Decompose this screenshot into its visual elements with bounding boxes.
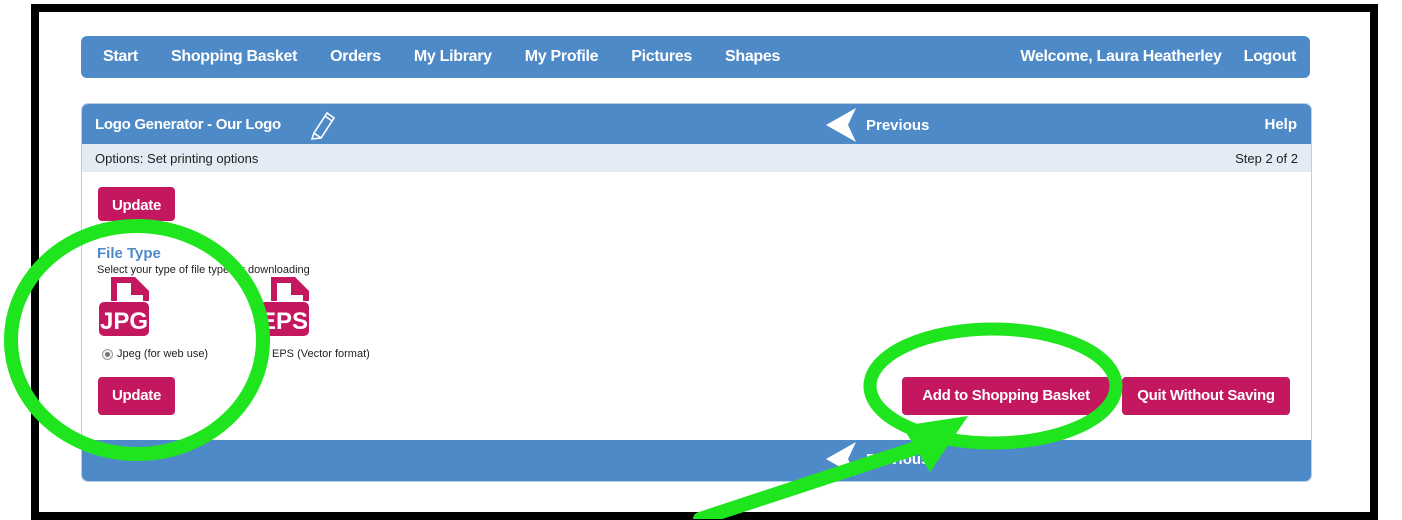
nav-orders[interactable]: Orders — [330, 48, 381, 66]
previous-label: Previous — [866, 116, 930, 134]
eps-radio[interactable] — [257, 348, 268, 360]
jpg-icon-text: JPG — [100, 308, 148, 335]
welcome-text: Welcome, Laura Heatherley — [1020, 48, 1222, 65]
help-link[interactable]: Help — [1264, 116, 1297, 133]
eps-radio-option[interactable]: EPS (Vector format) — [257, 348, 370, 360]
top-navigation-bar: Start Shopping Basket Orders My Library … — [81, 36, 1310, 78]
step-indicator: Step 2 of 2 — [1235, 151, 1298, 166]
panel-header: Logo Generator - Our Logo Previous Help — [82, 104, 1311, 144]
eps-file-icon[interactable]: EPS — [257, 275, 323, 346]
previous-button[interactable]: Previous — [826, 108, 929, 142]
eps-option-label: EPS (Vector format) — [272, 348, 370, 360]
nav-pictures[interactable]: Pictures — [631, 48, 692, 66]
footer-previous-label: Previous — [866, 450, 930, 468]
pencil-icon[interactable] — [308, 108, 338, 144]
chevron-left-icon — [826, 442, 856, 476]
nav-start[interactable]: Start — [103, 48, 138, 66]
jpeg-radio-option[interactable]: Jpeg (for web use) — [102, 348, 208, 360]
update-button-bottom[interactable]: Update — [98, 377, 175, 415]
logo-generator-panel: Logo Generator - Our Logo Previous Help … — [81, 103, 1312, 482]
add-to-shopping-basket-button[interactable]: Add to Shopping Basket — [902, 377, 1110, 415]
jpeg-radio[interactable] — [102, 348, 113, 360]
jpeg-option-label: Jpeg (for web use) — [117, 348, 209, 360]
nav-my-profile[interactable]: My Profile — [525, 48, 599, 66]
eps-icon-text: EPS — [260, 308, 308, 335]
chevron-left-icon — [826, 108, 856, 142]
file-type-heading: File Type — [97, 245, 161, 262]
nav-my-library[interactable]: My Library — [414, 48, 492, 66]
options-bar: Options: Set printing options Step 2 of … — [82, 144, 1311, 172]
panel-footer: Previous — [82, 440, 1311, 481]
quit-without-saving-button[interactable]: Quit Without Saving — [1122, 377, 1290, 415]
nav-shapes[interactable]: Shapes — [725, 48, 780, 66]
jpg-file-icon[interactable]: JPG — [97, 275, 163, 346]
nav-shopping-basket[interactable]: Shopping Basket — [171, 48, 297, 66]
options-text: Options: Set printing options — [95, 151, 259, 166]
logout-link[interactable]: Logout — [1244, 48, 1297, 66]
panel-title: Logo Generator - Our Logo — [95, 116, 281, 133]
update-button-top[interactable]: Update — [98, 187, 175, 221]
footer-previous-button[interactable]: Previous — [826, 442, 929, 476]
